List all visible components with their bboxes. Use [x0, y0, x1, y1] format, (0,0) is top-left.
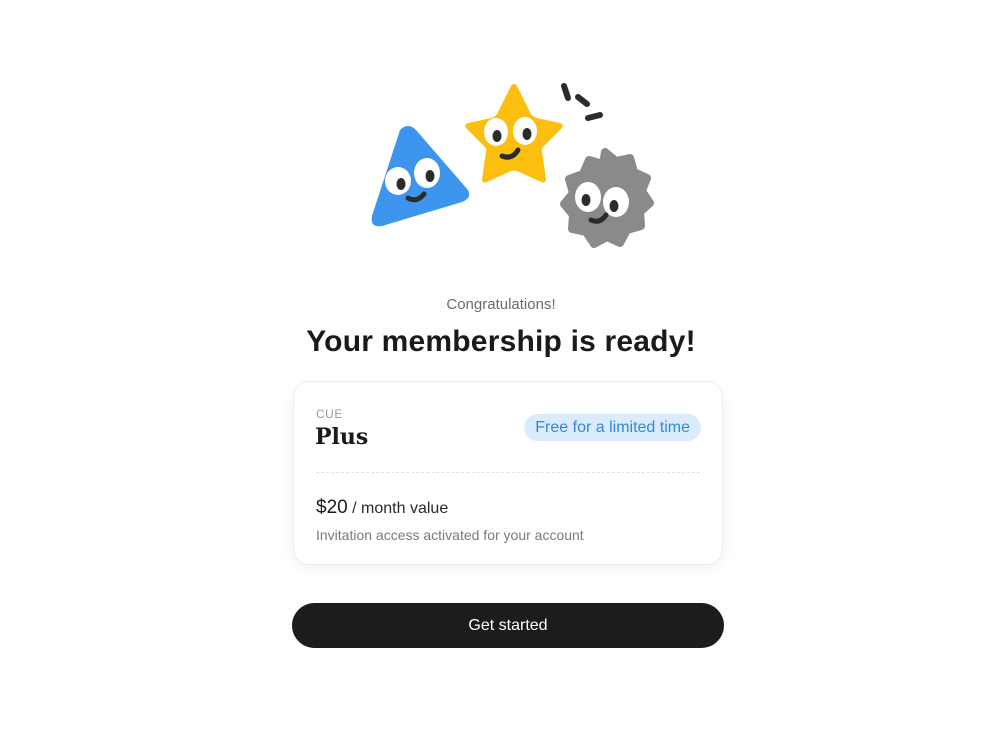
- triangle-character-icon: [371, 126, 470, 227]
- plan-brand: CUE: [316, 407, 343, 421]
- activation-note: Invitation access activated for your acc…: [316, 527, 584, 543]
- get-started-button[interactable]: Get started: [292, 603, 724, 648]
- sparkle-icon: [561, 83, 603, 121]
- membership-ready-page: Congratulations! Your membership is read…: [0, 0, 1002, 729]
- plan-card: CUE Plus Free for a limited time $20 / m…: [293, 381, 723, 565]
- gear-character-icon: [560, 148, 654, 248]
- price-row: $20 / month value: [316, 497, 448, 519]
- celebration-illustration: [371, 83, 654, 248]
- congrats-subtitle: Congratulations!: [446, 296, 556, 313]
- star-character-icon: [465, 84, 563, 183]
- card-divider: [316, 472, 700, 473]
- price-amount: $20: [316, 497, 348, 518]
- limited-time-badge: Free for a limited time: [524, 414, 701, 441]
- plan-name: Plus: [315, 424, 369, 450]
- price-suffix: / month value: [352, 500, 449, 517]
- page-title: Your membership is ready!: [306, 325, 696, 358]
